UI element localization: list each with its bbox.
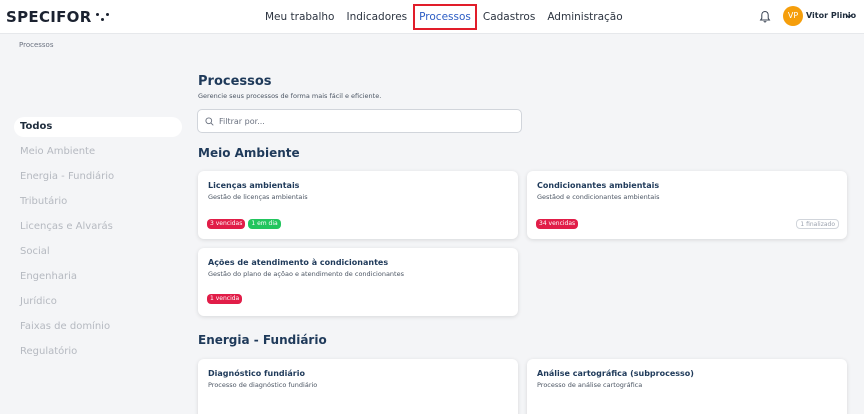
sidebar-item-licencas-alvaras[interactable]: Licenças e Alvarás bbox=[14, 217, 182, 242]
card-description: Processo de diagnóstico fundiário bbox=[208, 381, 318, 389]
sidebar-item-social[interactable]: Social bbox=[14, 242, 182, 267]
card-badges: 3 vencidas 1 em dia bbox=[207, 219, 281, 229]
page-subtitle: Gerencie seus processos de forma mais fá… bbox=[198, 92, 382, 100]
sidebar-item-juridico[interactable]: Jurídico bbox=[14, 292, 182, 317]
process-card-licencas-ambientais[interactable]: Licenças ambientais Gestão de licenças a… bbox=[198, 171, 518, 239]
status-badge-overdue: 34 vencidas bbox=[536, 219, 579, 229]
process-card-diagnostico-fundiario[interactable]: Diagnóstico fundiário Processo de diagnó… bbox=[198, 359, 518, 414]
status-badge-overdue: 1 vencida bbox=[207, 294, 243, 304]
process-card-analise-cartografica[interactable]: Análise cartográfica (subprocesso) Proce… bbox=[527, 359, 847, 414]
card-title: Análise cartográfica (subprocesso) bbox=[537, 369, 694, 378]
card-description: Gestão do plano de açõao e atendimento d… bbox=[208, 270, 404, 278]
status-badge-finalized: 1 finalizado bbox=[796, 219, 839, 229]
card-title: Licenças ambientais bbox=[208, 181, 300, 190]
card-description: Gestãod e condicionantes ambientais bbox=[537, 193, 660, 201]
card-description: Gestão de licenças ambientais bbox=[208, 193, 308, 201]
category-sidebar: Todos Meio Ambiente Energia - Fundiário … bbox=[14, 117, 182, 367]
logo-text: SPECIFOR bbox=[6, 8, 92, 26]
status-badge-on-time: 1 em dia bbox=[248, 219, 281, 229]
sidebar-item-engenharia[interactable]: Engenharia bbox=[14, 267, 182, 292]
logo[interactable]: SPECIFOR bbox=[6, 8, 110, 26]
search-icon bbox=[205, 116, 214, 126]
sidebar-item-tributario[interactable]: Tributário bbox=[14, 192, 182, 217]
top-bar: SPECIFOR Meu trabalho Indicadores Proces… bbox=[0, 0, 864, 34]
card-title: Condicionantes ambientais bbox=[537, 181, 660, 190]
sidebar-item-todos[interactable]: Todos bbox=[14, 117, 182, 137]
nav-meu-trabalho[interactable]: Meu trabalho bbox=[259, 4, 340, 30]
status-badge-overdue: 3 vencidas bbox=[207, 219, 246, 229]
notification-bell-icon[interactable] bbox=[759, 10, 771, 24]
nav-administracao[interactable]: Administração bbox=[541, 4, 628, 30]
chevron-down-icon[interactable] bbox=[845, 12, 853, 20]
sidebar-item-faixas-dominio[interactable]: Faixas de domínio bbox=[14, 317, 182, 342]
nav-cadastros[interactable]: Cadastros bbox=[477, 4, 541, 30]
process-card-acoes-atendimento[interactable]: Ações de atendimento à condicionantes Ge… bbox=[198, 248, 518, 316]
page-title: Processos bbox=[198, 74, 272, 89]
avatar[interactable]: VP bbox=[783, 6, 803, 26]
logo-dots-icon bbox=[95, 12, 110, 22]
card-title: Ações de atendimento à condicionantes bbox=[208, 258, 389, 267]
nav-indicadores[interactable]: Indicadores bbox=[340, 4, 413, 30]
section-title-energia-fundiario: Energia - Fundiário bbox=[198, 333, 327, 347]
filter-input[interactable] bbox=[219, 116, 499, 126]
breadcrumb[interactable]: Processos bbox=[19, 41, 53, 49]
filter-box[interactable] bbox=[197, 109, 522, 133]
card-title: Diagnóstico fundiário bbox=[208, 369, 305, 378]
nav-processos[interactable]: Processos bbox=[413, 4, 477, 30]
sidebar-item-energia-fundiario[interactable]: Energia - Fundiário bbox=[14, 167, 182, 192]
sidebar-item-regulatorio[interactable]: Regulatório bbox=[14, 342, 182, 367]
card-badges: 1 vencida bbox=[207, 294, 243, 304]
section-title-meio-ambiente: Meio Ambiente bbox=[198, 146, 300, 160]
sidebar-item-meio-ambiente[interactable]: Meio Ambiente bbox=[14, 142, 182, 167]
card-description: Processo de análise cartográfica bbox=[537, 381, 643, 389]
card-badges: 34 vencidas bbox=[536, 219, 579, 229]
process-card-condicionantes-ambientais[interactable]: Condicionantes ambientais Gestãod e cond… bbox=[527, 171, 847, 239]
main-nav: Meu trabalho Indicadores Processos Cadas… bbox=[259, 0, 629, 34]
